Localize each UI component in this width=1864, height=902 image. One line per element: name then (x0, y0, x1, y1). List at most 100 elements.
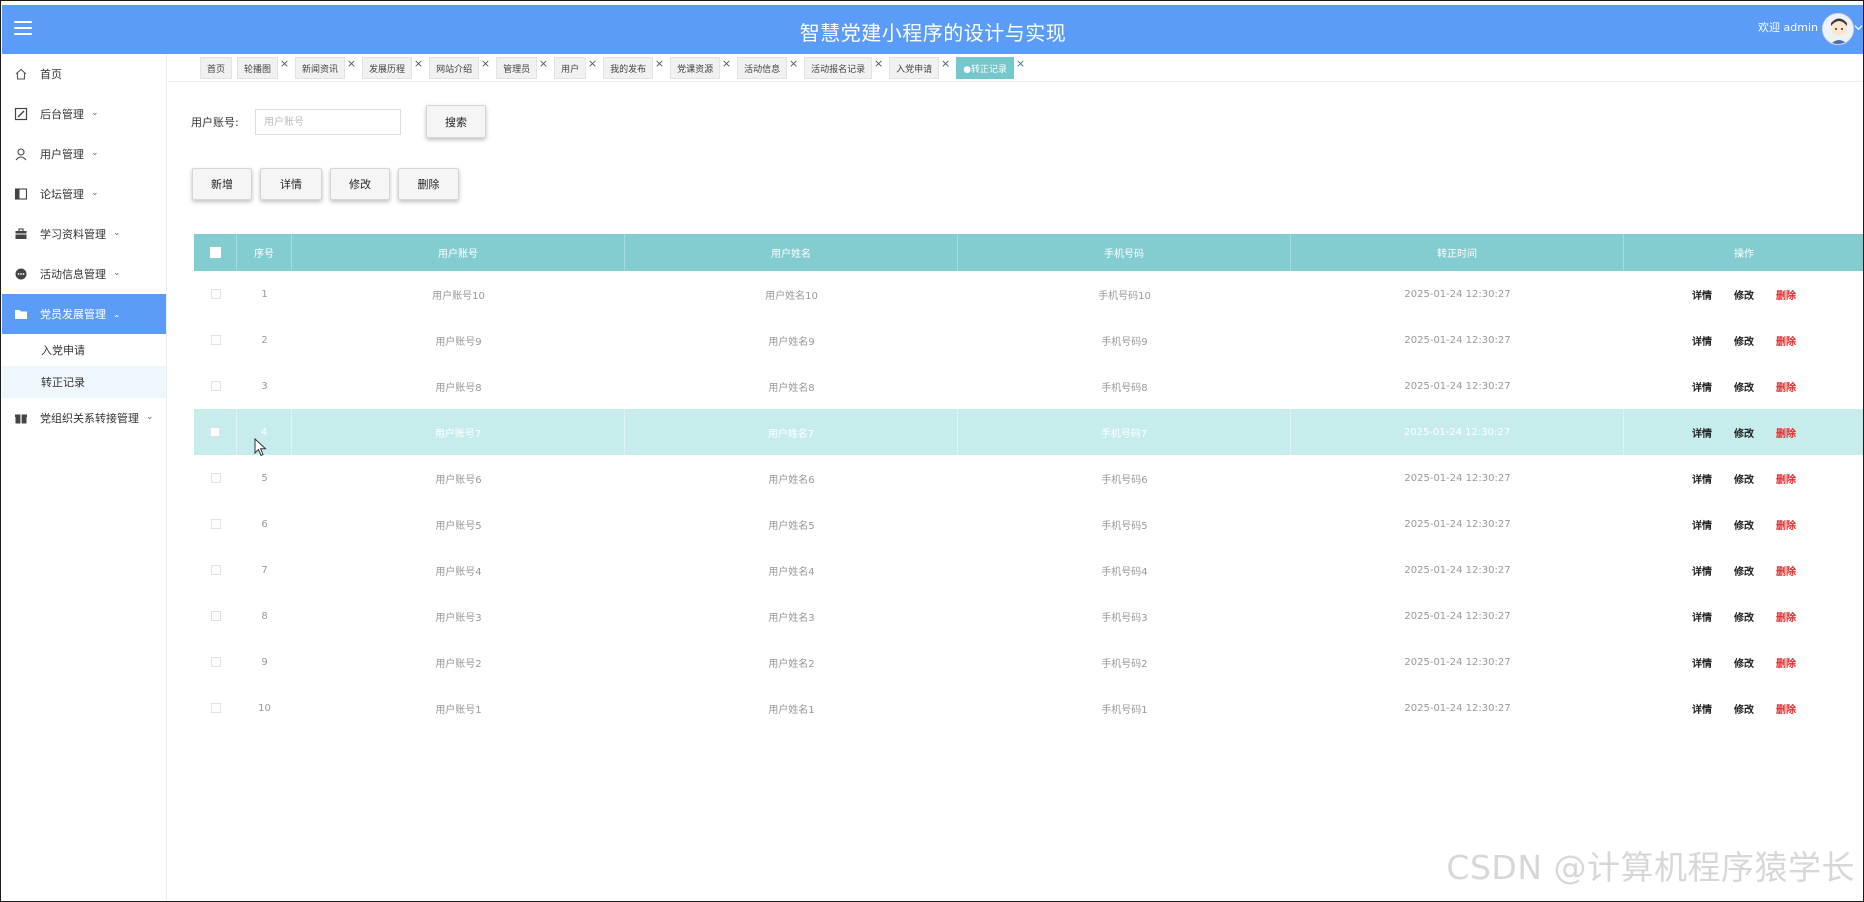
tab-carousel[interactable]: 轮播图 × (237, 57, 289, 79)
row-delete-link[interactable]: 删除 (1776, 287, 1796, 302)
tab-join-application[interactable]: 入党申请 × (889, 57, 950, 79)
row-detail-link[interactable]: 详情 (1692, 609, 1712, 624)
table-row[interactable]: 10 用户账号1 用户姓名1 手机号码1 2025-01-24 12:30:27 详情 修改… (194, 685, 1863, 731)
row-delete-link[interactable]: 删除 (1776, 333, 1796, 348)
tab-course-resources[interactable]: 党课资源 × (670, 57, 731, 79)
row-delete-link[interactable]: 删除 (1776, 471, 1796, 486)
row-delete-link[interactable]: 删除 (1776, 609, 1796, 624)
row-edit-link[interactable]: 修改 (1734, 287, 1754, 302)
table-row[interactable]: 6 用户账号5 用户姓名5 手机号码5 2025-01-24 12:30:27 详情 修改 删… (194, 501, 1863, 547)
tab-user[interactable]: 用户 × (554, 57, 597, 79)
gift-icon (15, 414, 27, 424)
tab-regularization-records[interactable]: ●转正记录 × (956, 57, 1025, 79)
row-checkbox[interactable] (210, 473, 221, 483)
row-delete-link[interactable]: 删除 (1776, 563, 1796, 578)
tab-site-intro[interactable]: 网站介绍 × (429, 57, 490, 79)
row-checkbox[interactable] (210, 381, 221, 391)
row-phone: 手机号码6 (1101, 474, 1148, 486)
row-edit-link[interactable]: 修改 (1734, 333, 1754, 348)
sidebar-item-study-materials[interactable]: 学习资料管理 ⌄ (2, 214, 166, 254)
row-delete-link[interactable]: 删除 (1776, 425, 1796, 440)
row-edit-link[interactable]: 修改 (1734, 655, 1754, 670)
sidebar-item-home[interactable]: 首页 (2, 54, 166, 94)
chevron-down-icon[interactable] (1854, 23, 1863, 33)
sidebar-subitem-regularization-records[interactable]: 转正记录 (2, 366, 166, 398)
row-detail-link[interactable]: 详情 (1692, 655, 1712, 670)
detail-button[interactable]: 详情 (260, 168, 322, 200)
row-edit-link[interactable]: 修改 (1734, 471, 1754, 486)
row-checkbox[interactable] (210, 335, 221, 345)
row-detail-link[interactable]: 详情 (1692, 333, 1712, 348)
row-checkbox[interactable] (210, 519, 221, 529)
add-button[interactable]: 新增 (192, 168, 252, 200)
sidebar-item-activity[interactable]: 活动信息管理 ⌄ (2, 254, 166, 294)
sidebar-item-member-development[interactable]: 党员发展管理 ⌄ (2, 294, 166, 334)
sidebar-item-backend[interactable]: 后台管理 ⌄ (2, 94, 166, 134)
avatar[interactable] (1822, 13, 1854, 45)
row-delete-link[interactable]: 删除 (1776, 701, 1796, 716)
close-icon[interactable]: × (414, 57, 423, 70)
close-icon[interactable]: × (941, 57, 950, 70)
row-checkbox[interactable] (210, 657, 221, 667)
row-edit-link[interactable]: 修改 (1734, 701, 1754, 716)
sidebar-item-forum[interactable]: 论坛管理 ⌄ (2, 174, 166, 214)
row-detail-link[interactable]: 详情 (1692, 471, 1712, 486)
search-button[interactable]: 搜索 (426, 105, 486, 138)
row-detail-link[interactable]: 详情 (1692, 517, 1712, 532)
row-delete-link[interactable]: 删除 (1776, 655, 1796, 670)
close-icon[interactable]: × (1016, 57, 1025, 70)
row-edit-link[interactable]: 修改 (1734, 563, 1754, 578)
close-icon[interactable]: × (539, 57, 548, 70)
row-detail-link[interactable]: 详情 (1692, 563, 1712, 578)
tab-news[interactable]: 新闻资讯 × (295, 57, 356, 79)
row-detail-link[interactable]: 详情 (1692, 701, 1712, 716)
sidebar-item-users[interactable]: 用户管理 ⌄ (2, 134, 166, 174)
tab-activity-info[interactable]: 活动信息 × (737, 57, 798, 79)
tab-history[interactable]: 发展历程 × (362, 57, 423, 79)
table-row[interactable]: 5 用户账号6 用户姓名6 手机号码6 2025-01-24 12:30:27 详情 修改 删… (194, 455, 1863, 501)
row-detail-link[interactable]: 详情 (1692, 379, 1712, 394)
select-all-checkbox[interactable] (209, 247, 221, 258)
row-checkbox[interactable] (210, 427, 220, 437)
table-row[interactable]: 2 用户账号9 用户姓名9 手机号码9 2025-01-24 12:30:27 详情 修改 删… (194, 317, 1863, 363)
close-icon[interactable]: × (789, 57, 798, 70)
close-icon[interactable]: × (588, 57, 597, 70)
sidebar-subitem-join-application[interactable]: 入党申请 (2, 334, 166, 366)
chevron-down-icon: ⌄ (113, 268, 121, 278)
search-input[interactable] (255, 109, 401, 135)
row-delete-link[interactable]: 删除 (1776, 517, 1796, 532)
close-icon[interactable]: × (481, 57, 490, 70)
close-icon[interactable]: × (280, 57, 289, 70)
row-checkbox[interactable] (210, 289, 221, 299)
close-icon[interactable]: × (347, 57, 356, 70)
row-edit-link[interactable]: 修改 (1734, 379, 1754, 394)
table-row[interactable]: 1 用户账号10 用户姓名10 手机号码10 2025-01-24 12:30:27 详情… (194, 271, 1863, 317)
sidebar-item-org-transfer[interactable]: 党组织关系转接管理 ⌄ (2, 398, 166, 438)
column-header: 用户姓名 (625, 234, 958, 271)
row-checkbox[interactable] (210, 703, 221, 713)
tab-activity-signup[interactable]: 活动报名记录 × (804, 57, 883, 79)
table-row[interactable]: 9 用户账号2 用户姓名2 手机号码2 2025-01-24 12:30:27 详情 修改 删… (194, 639, 1863, 685)
close-icon[interactable]: × (655, 57, 664, 70)
close-icon[interactable]: × (722, 57, 731, 70)
close-icon[interactable]: × (874, 57, 883, 70)
table-row[interactable]: 7 用户账号4 用户姓名4 手机号码4 2025-01-24 12:30:27 详情 修改 删… (194, 547, 1863, 593)
edit-button[interactable]: 修改 (330, 168, 390, 200)
row-delete-link[interactable]: 删除 (1776, 379, 1796, 394)
row-edit-link[interactable]: 修改 (1734, 517, 1754, 532)
row-detail-link[interactable]: 详情 (1692, 287, 1712, 302)
divider (168, 81, 1863, 82)
delete-button[interactable]: 删除 (398, 168, 459, 200)
row-edit-link[interactable]: 修改 (1734, 425, 1754, 440)
row-edit-link[interactable]: 修改 (1734, 609, 1754, 624)
table-row[interactable]: 4 用户账号7 用户姓名7 手机号码7 2025-01-24 12:30:27 详情 修改删… (194, 409, 1863, 455)
tab-my-posts[interactable]: 我的发布 × (603, 57, 664, 79)
tab-admin[interactable]: 管理员 × (496, 57, 548, 79)
tab-home[interactable]: 首页 (200, 57, 233, 79)
row-checkbox[interactable] (210, 565, 221, 575)
table-row[interactable]: 8 用户账号3 用户姓名3 手机号码3 2025-01-24 12:30:27 详情 修改 删… (194, 593, 1863, 639)
row-detail-link[interactable]: 详情 (1692, 425, 1712, 440)
row-checkbox[interactable] (210, 611, 221, 621)
table-row[interactable]: 3 用户账号8 用户姓名8 手机号码8 2025-01-24 12:30:27 详情 修改 删… (194, 363, 1863, 409)
row-actions: 详情 修改 删除 (1624, 409, 1863, 455)
